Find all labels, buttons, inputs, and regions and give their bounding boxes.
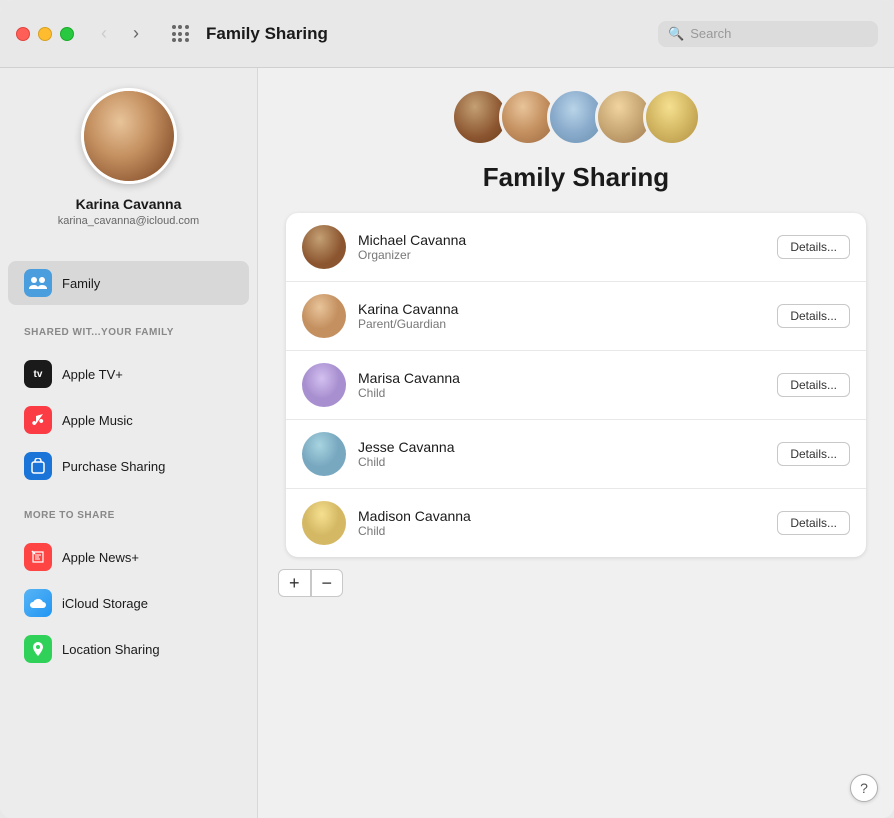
family-icon (24, 269, 52, 297)
member-name-2: Marisa Cavanna (358, 370, 777, 386)
sidebar-item-family-label: Family (62, 276, 100, 291)
shared-section: tv Apple TV+ Apple Music (0, 342, 257, 498)
grid-view-button[interactable] (166, 20, 194, 48)
more-section: Apple News+ iCloud Storage (0, 525, 257, 681)
window-title: Family Sharing (206, 24, 658, 44)
sidebar-item-family[interactable]: Family (8, 261, 249, 305)
member-role-3: Child (358, 455, 777, 469)
sidebar-item-location[interactable]: Location Sharing (8, 627, 249, 671)
table-row: Jesse Cavanna Child Details... (286, 420, 866, 489)
applemusic-icon (24, 406, 52, 434)
sidebar-item-icloud-label: iCloud Storage (62, 596, 148, 611)
sidebar-item-appletv[interactable]: tv Apple TV+ (8, 352, 249, 396)
table-row: Madison Cavanna Child Details... (286, 489, 866, 557)
sidebar-item-applemusic[interactable]: Apple Music (8, 398, 249, 442)
details-button-0[interactable]: Details... (777, 235, 850, 259)
sidebar-item-purchase[interactable]: Purchase Sharing (8, 444, 249, 488)
member-avatar-0 (302, 225, 346, 269)
user-name: Karina Cavanna (76, 196, 182, 212)
member-name-3: Jesse Cavanna (358, 439, 777, 455)
grid-icon (172, 25, 189, 42)
page-title: Family Sharing (483, 162, 669, 193)
user-avatar (81, 88, 177, 184)
member-avatar-2 (302, 363, 346, 407)
shared-section-header: SHARED WIT...YOUR FAMILY (0, 315, 257, 342)
table-row: Michael Cavanna Organizer Details... (286, 213, 866, 282)
location-icon (24, 635, 52, 663)
user-profile: Karina Cavanna karina_cavanna@icloud.com (0, 88, 257, 251)
sidebar-item-appletv-label: Apple TV+ (62, 367, 123, 382)
sidebar-item-applenews[interactable]: Apple News+ (8, 535, 249, 579)
nav-buttons: ‹ › (90, 20, 150, 48)
help-button[interactable]: ? (850, 774, 878, 802)
details-button-4[interactable]: Details... (777, 511, 850, 535)
member-info-1: Karina Cavanna Parent/Guardian (358, 301, 777, 331)
table-row: Marisa Cavanna Child Details... (286, 351, 866, 420)
family-avatars (451, 88, 701, 146)
member-avatar-3 (302, 432, 346, 476)
content-area: Karina Cavanna karina_cavanna@icloud.com… (0, 68, 894, 818)
purchase-icon (24, 452, 52, 480)
member-role-4: Child (358, 524, 777, 538)
more-section-header: MORE TO SHARE (0, 498, 257, 525)
search-icon: 🔍 (668, 26, 684, 42)
minimize-button[interactable] (38, 27, 52, 41)
user-email: karina_cavanna@icloud.com (58, 215, 199, 227)
sidebar-item-icloud[interactable]: iCloud Storage (8, 581, 249, 625)
member-role-2: Child (358, 386, 777, 400)
main-content: Family Sharing Michael Cavanna Organizer… (258, 68, 894, 818)
search-bar[interactable]: 🔍 (658, 21, 878, 47)
titlebar: ‹ › Family Sharing 🔍 (0, 0, 894, 68)
member-avatar-4 (302, 501, 346, 545)
remove-member-button[interactable]: − (311, 569, 344, 597)
app-window: ‹ › Family Sharing 🔍 Karina Cavanna (0, 0, 894, 818)
family-avatar-5 (643, 88, 701, 146)
sidebar-main-section: Family (0, 251, 257, 315)
sidebar-item-purchase-label: Purchase Sharing (62, 459, 165, 474)
member-info-2: Marisa Cavanna Child (358, 370, 777, 400)
sidebar-item-applemusic-label: Apple Music (62, 413, 133, 428)
sidebar: Karina Cavanna karina_cavanna@icloud.com… (0, 68, 258, 818)
member-name-4: Madison Cavanna (358, 508, 777, 524)
table-row: Karina Cavanna Parent/Guardian Details..… (286, 282, 866, 351)
user-avatar-image (84, 88, 174, 184)
member-info-4: Madison Cavanna Child (358, 508, 777, 538)
back-button[interactable]: ‹ (90, 20, 118, 48)
member-name-1: Karina Cavanna (358, 301, 777, 317)
icloud-icon (24, 589, 52, 617)
family-member-list: Michael Cavanna Organizer Details... Kar… (286, 213, 866, 557)
member-info-3: Jesse Cavanna Child (358, 439, 777, 469)
member-avatar-1 (302, 294, 346, 338)
maximize-button[interactable] (60, 27, 74, 41)
forward-button[interactable]: › (122, 20, 150, 48)
close-button[interactable] (16, 27, 30, 41)
sidebar-item-location-label: Location Sharing (62, 642, 160, 657)
applenews-icon (24, 543, 52, 571)
appletv-icon: tv (24, 360, 52, 388)
details-button-2[interactable]: Details... (777, 373, 850, 397)
member-role-1: Parent/Guardian (358, 317, 777, 331)
member-role-0: Organizer (358, 248, 777, 262)
search-input[interactable] (690, 26, 868, 41)
details-button-1[interactable]: Details... (777, 304, 850, 328)
add-member-button[interactable]: + (278, 569, 311, 597)
list-actions: + − (278, 569, 343, 597)
member-name-0: Michael Cavanna (358, 232, 777, 248)
details-button-3[interactable]: Details... (777, 442, 850, 466)
traffic-lights (16, 27, 74, 41)
sidebar-item-applenews-label: Apple News+ (62, 550, 139, 565)
member-info-0: Michael Cavanna Organizer (358, 232, 777, 262)
